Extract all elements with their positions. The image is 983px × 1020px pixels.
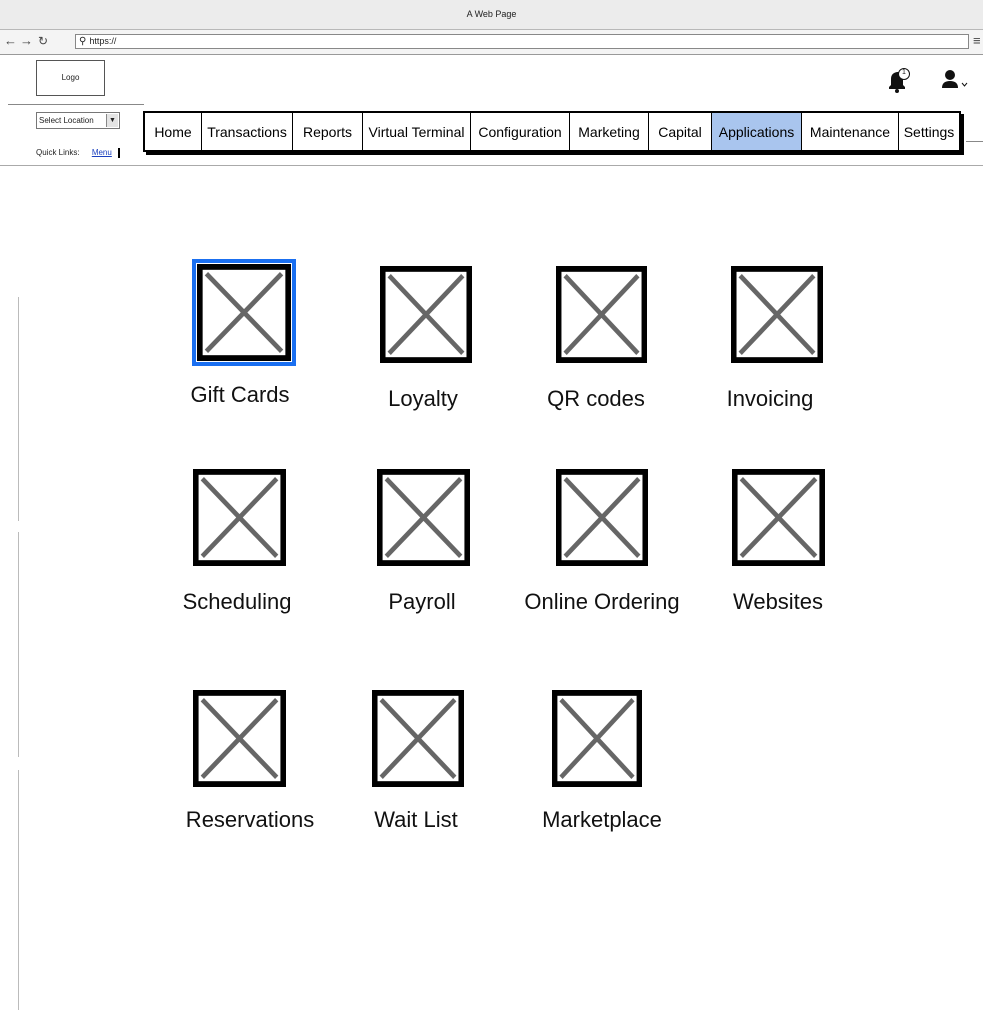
- url-text: https://: [89, 36, 117, 46]
- gift-cards-placeholder-image-icon[interactable]: [192, 259, 296, 366]
- qr-codes-placeholder-image-icon[interactable]: [556, 266, 647, 363]
- quick-links-separator: [118, 148, 120, 158]
- main-nav: Home Transactions Reports Virtual Termin…: [143, 111, 961, 152]
- header-divider-right: [966, 141, 983, 142]
- nav-transactions[interactable]: Transactions: [202, 113, 293, 150]
- app-label-reservations[interactable]: Reservations: [186, 807, 314, 833]
- left-rule: [18, 770, 19, 1010]
- online-ordering-placeholder-image-icon[interactable]: [556, 469, 648, 566]
- left-rule: [18, 532, 19, 757]
- app-label-loyalty[interactable]: Loyalty: [388, 386, 458, 412]
- quick-links-label: Quick Links:: [36, 148, 80, 158]
- wait-list-placeholder-image-icon[interactable]: [372, 690, 464, 787]
- app-label-websites[interactable]: Websites: [733, 589, 823, 615]
- search-icon: ⚲: [79, 36, 87, 47]
- user-avatar-icon: [942, 70, 968, 88]
- nav-capital[interactable]: Capital: [649, 113, 712, 150]
- app-label-gift-cards[interactable]: Gift Cards: [190, 382, 289, 408]
- address-bar: ← → ↻ ⚲ https:// ≡: [0, 30, 983, 55]
- window-title: A Web Page: [0, 0, 983, 30]
- location-select-value: Select Location: [39, 116, 94, 125]
- payroll-placeholder-image-icon[interactable]: [377, 469, 470, 566]
- nav-home[interactable]: Home: [145, 113, 202, 150]
- quick-link-menu[interactable]: Menu: [92, 148, 112, 157]
- app-label-scheduling[interactable]: Scheduling: [183, 589, 292, 615]
- nav-maintenance[interactable]: Maintenance: [802, 113, 899, 150]
- marketplace-placeholder-image-icon[interactable]: [552, 690, 642, 787]
- reload-icon[interactable]: ↻: [38, 33, 48, 49]
- app-label-payroll[interactable]: Payroll: [388, 589, 455, 615]
- reservations-placeholder-image-icon[interactable]: [193, 690, 286, 787]
- forward-arrow-icon[interactable]: →: [20, 33, 33, 49]
- logo: Logo: [36, 60, 105, 96]
- app-label-wait-list[interactable]: Wait List: [374, 807, 458, 833]
- header-divider: [8, 104, 144, 105]
- back-arrow-icon[interactable]: ←: [4, 33, 17, 49]
- location-select[interactable]: Select Location ▼: [36, 112, 120, 129]
- notification-bell-icon[interactable]: 1: [885, 68, 911, 94]
- app-label-online-ordering[interactable]: Online Ordering: [524, 589, 679, 615]
- user-menu[interactable]: [940, 68, 970, 92]
- app-label-marketplace[interactable]: Marketplace: [542, 807, 662, 833]
- nav-marketing[interactable]: Marketing: [570, 113, 649, 150]
- nav-settings[interactable]: Settings: [899, 113, 959, 150]
- browser-menu-icon[interactable]: ≡: [973, 33, 981, 48]
- nav-virtual-terminal[interactable]: Virtual Terminal: [363, 113, 471, 150]
- websites-placeholder-image-icon[interactable]: [732, 469, 825, 566]
- left-rule: [18, 297, 19, 521]
- scheduling-placeholder-image-icon[interactable]: [193, 469, 286, 566]
- nav-reports[interactable]: Reports: [293, 113, 363, 150]
- quick-links-divider: [0, 165, 983, 166]
- quick-links: Quick Links: Menu: [36, 148, 120, 158]
- dropdown-arrow-icon: ▼: [106, 114, 118, 127]
- notification-count: 1: [902, 69, 906, 76]
- nav-configuration[interactable]: Configuration: [471, 113, 570, 150]
- loyalty-placeholder-image-icon[interactable]: [380, 266, 472, 363]
- app-label-qr-codes[interactable]: QR codes: [547, 386, 645, 412]
- nav-applications[interactable]: Applications: [712, 113, 802, 150]
- url-field[interactable]: ⚲ https://: [75, 34, 969, 49]
- invoicing-placeholder-image-icon[interactable]: [731, 266, 823, 363]
- app-label-invoicing[interactable]: Invoicing: [727, 386, 814, 412]
